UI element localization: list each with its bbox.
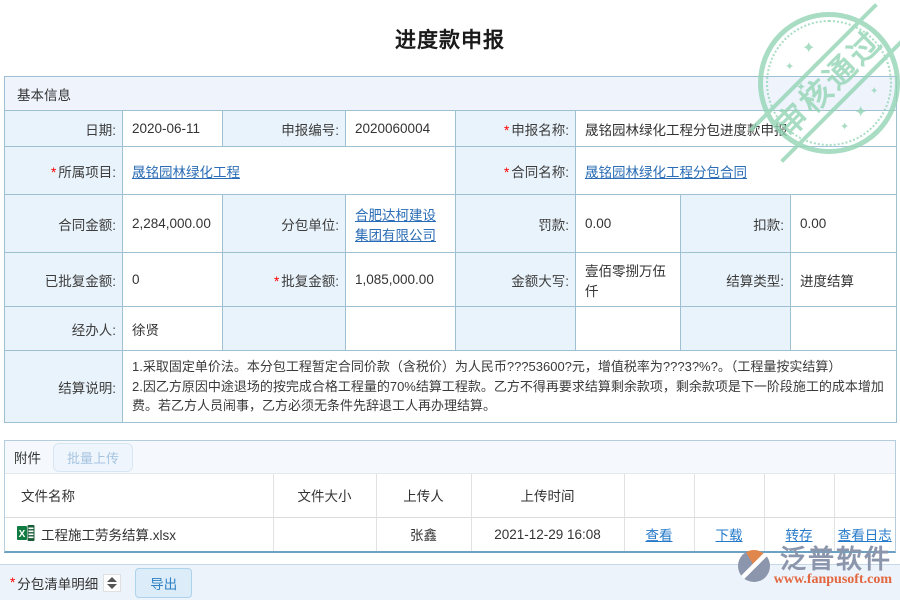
field-label: 日期: <box>5 111 123 147</box>
field-label: 结算说明: <box>5 351 123 423</box>
date-value: 2020-06-11 <box>123 111 223 147</box>
attachments-panel: 附件 批量上传 文件名称文件大小上传人上传时间 X 工程施工劳务结算.xlsx 张鑫… <box>4 440 896 553</box>
field-label: 经办人: <box>5 307 123 351</box>
empty-label-cell <box>456 307 576 351</box>
field-value <box>576 307 681 351</box>
settlement-note-line: 2.因乙方原因中途退场的按完成合格工程量的70%结算工程款。乙方不得再要求结算剩… <box>132 377 887 416</box>
download-link[interactable]: 下载 <box>716 528 743 543</box>
file-name-cell: X 工程施工劳务结算.xlsx <box>5 517 273 551</box>
required-asterisk: * <box>274 274 279 289</box>
action-cell: 查看 <box>624 517 694 551</box>
basic-info-table: 基本信息 日期:2020-06-11申报编号:2020060004*申报名称:晟… <box>4 76 897 423</box>
page-title: 进度款申报 <box>0 0 900 76</box>
subcontractor-link[interactable]: 合肥达柯建设集团有限公司 <box>355 208 436 243</box>
batch-upload-button[interactable]: 批量上传 <box>53 443 133 472</box>
field-label: *申报名称: <box>456 111 576 147</box>
upload-time-cell: 2021-12-29 16:08 <box>471 517 624 551</box>
amount-in-words-value: 壹佰零捌万伍仟 <box>576 253 681 307</box>
empty-label-cell <box>223 307 346 351</box>
brand-url: www.fanpusoft.com <box>774 573 892 588</box>
info-row: 已批复金额:0*批复金额:1,085,000.00金额大写:壹佰零捌万伍仟结算类… <box>5 253 897 307</box>
subcontractor-link: 合肥达柯建设集团有限公司 <box>346 195 456 253</box>
file-name: 工程施工劳务结算.xlsx <box>41 524 176 544</box>
view-log-link[interactable]: 查看日志 <box>838 528 892 543</box>
field-label: 扣款: <box>681 195 791 253</box>
handler-value: 徐贤 <box>123 307 223 351</box>
field-label: 合同金额: <box>5 195 123 253</box>
deduction-value: 0.00 <box>791 195 897 253</box>
field-label: 已批复金额: <box>5 253 123 307</box>
attachments-column-header-empty <box>624 474 694 517</box>
info-row: 结算说明: 1.采取固定单价法。本分包工程暂定合同价款（含税价）为人民币???53… <box>5 351 897 423</box>
field-label: *所属项目: <box>5 147 123 195</box>
info-row: 经办人:徐贤 <box>5 307 897 351</box>
transfer-link[interactable]: 转存 <box>786 528 813 543</box>
file-size-cell <box>273 517 376 551</box>
required-asterisk: * <box>10 575 15 590</box>
field-label: *合同名称: <box>456 147 576 195</box>
project-link: 晟铭园林绿化工程 <box>123 147 456 195</box>
section-title: 基本信息 <box>5 77 897 111</box>
info-row: 日期:2020-06-11申报编号:2020060004*申报名称:晟铭园林绿化… <box>5 111 897 147</box>
settlement-note-value: 1.采取固定单价法。本分包工程暂定合同价款（含税价）为人民币???53600?元… <box>123 351 897 423</box>
required-asterisk: * <box>51 165 56 180</box>
attachments-column-header-empty <box>834 474 895 517</box>
field-label: 结算类型: <box>681 253 791 307</box>
attachments-column-header-empty <box>694 474 764 517</box>
brand-name: 泛普软件 <box>780 546 892 573</box>
contract-link: 晟铭园林绿化工程分包合同 <box>576 147 897 195</box>
settlement-note-line: 1.采取固定单价法。本分包工程暂定合同价款（含税价）为人民币???53600?元… <box>132 357 887 377</box>
attachments-column-header: 文件名称 <box>5 474 273 517</box>
attachments-column-header: 上传人 <box>376 474 471 517</box>
attachments-header: 附件 批量上传 <box>5 441 895 474</box>
field-label: 申报编号: <box>223 111 346 147</box>
settlement-type-value: 进度结算 <box>791 253 897 307</box>
svg-text:X: X <box>19 529 26 540</box>
attachments-title: 附件 <box>14 447 41 467</box>
project-link[interactable]: 晟铭园林绿化工程 <box>132 165 240 180</box>
sort-arrows-icon[interactable] <box>103 574 121 592</box>
required-asterisk: * <box>504 165 509 180</box>
required-asterisk: * <box>504 123 509 138</box>
section-header-row: 基本信息 <box>5 77 897 111</box>
export-button[interactable]: 导出 <box>135 568 192 598</box>
attachments-column-header-empty <box>764 474 834 517</box>
approved-amount-value: 0 <box>123 253 223 307</box>
field-label: *批复金额: <box>223 253 346 307</box>
field-label: 金额大写: <box>456 253 576 307</box>
approval-amount-value: 1,085,000.00 <box>346 253 456 307</box>
uploader-cell: 张鑫 <box>376 517 471 551</box>
field-value <box>346 307 456 351</box>
fanpu-logo-icon <box>738 550 770 582</box>
attachments-column-header-row: 文件名称文件大小上传人上传时间 <box>5 474 895 517</box>
field-value <box>791 307 897 351</box>
declaration-no-value: 2020060004 <box>346 111 456 147</box>
empty-label-cell <box>681 307 791 351</box>
page: 进度款申报 审核通过 ✦ ✦ ✦ ✦ ✦ ✦ ✦ 基本信息 日期:2020-06… <box>0 0 900 600</box>
attachments-table: 文件名称文件大小上传人上传时间 X 工程施工劳务结算.xlsx 张鑫2021-12-… <box>5 474 895 551</box>
info-row: 合同金额:2,284,000.00分包单位:合肥达柯建设集团有限公司罚款:0.0… <box>5 195 897 253</box>
contract-amount-value: 2,284,000.00 <box>123 195 223 253</box>
penalty-value: 0.00 <box>576 195 681 253</box>
attachments-column-header: 文件大小 <box>273 474 376 517</box>
field-label: 分包单位: <box>223 195 346 253</box>
info-row: *所属项目: 晟铭园林绿化工程 *合同名称: 晟铭园林绿化工程分包合同 <box>5 147 897 195</box>
view-link[interactable]: 查看 <box>646 528 673 543</box>
declaration-name-value: 晟铭园林绿化工程分包进度款申报 <box>576 111 897 147</box>
detail-bar-label: 分包清单明细 <box>17 573 98 593</box>
excel-icon: X <box>17 525 35 544</box>
field-label: 罚款: <box>456 195 576 253</box>
attachments-column-header: 上传时间 <box>471 474 624 517</box>
contract-link[interactable]: 晟铭园林绿化工程分包合同 <box>585 165 747 180</box>
footer-logo: 泛普软件 www.fanpusoft.com <box>738 546 892 588</box>
